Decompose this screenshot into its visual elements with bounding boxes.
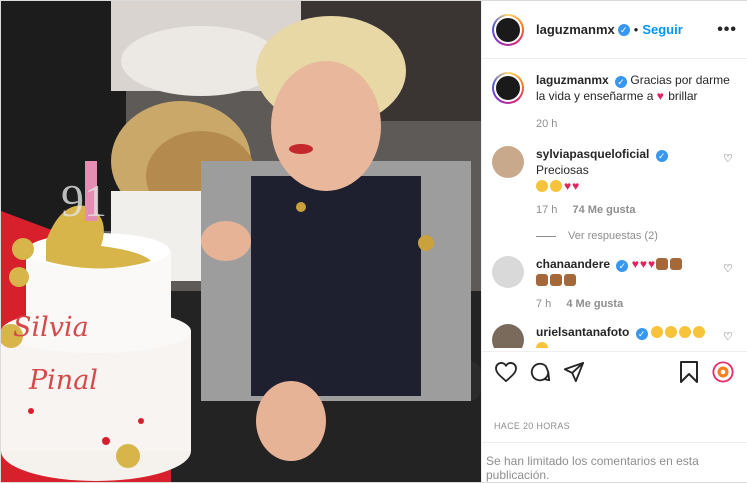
heart-outline-icon[interactable]: ♡ [723, 152, 737, 165]
caption-avatar[interactable] [492, 72, 524, 104]
comment-text: Preciosas [536, 163, 589, 177]
comment-item: sylviapasqueloficial ✓ Preciosas ♥♥ 17 h… [492, 146, 737, 218]
red-heart-emoji: ♥ [639, 257, 647, 271]
post-side-panel: laguzmanmx ✓ • Seguir ••• laguzmanmx ✓ G… [481, 1, 747, 482]
caption-username[interactable]: laguzmanmx [536, 73, 609, 87]
cake-emoji [656, 258, 669, 270]
comment-likes[interactable]: 4 Me gusta [566, 298, 623, 310]
verified-icon: ✓ [635, 328, 648, 340]
heart-eyes-emoji [693, 326, 706, 338]
view-replies-label[interactable]: Ver respuestas (2) [568, 230, 658, 242]
red-heart-emoji: ♥ [572, 179, 580, 193]
comment-avatar[interactable] [492, 324, 524, 348]
post-modal: 91 Silvia Pinal laguzmanmx ✓ • Seguir ••… [0, 0, 747, 483]
red-heart-emoji: ♥ [647, 257, 656, 271]
cake-emoji [564, 274, 576, 286]
heart-eyes-emoji [550, 180, 562, 192]
red-heart-emoji: ♥ [631, 257, 639, 271]
action-bar [482, 351, 747, 391]
caption-time[interactable]: 20 h [536, 116, 737, 132]
comment-avatar[interactable] [492, 146, 524, 178]
verified-icon: ✓ [616, 260, 629, 272]
comment-item: chanaandere ✓ ♥♥♥ 7 h 4 Me gusta ♡ [492, 256, 737, 312]
cake-name-line1: Silvia [13, 312, 89, 343]
caption: laguzmanmx ✓ Gracias por darme la vida y… [492, 72, 737, 132]
post-timestamp[interactable]: HACE 20 HORAS [494, 421, 570, 431]
heart-eyes-emoji [651, 326, 664, 338]
comment-avatar[interactable] [492, 256, 524, 288]
heart-eyes-emoji [679, 326, 692, 338]
verified-icon: ✓ [655, 150, 668, 162]
more-options-icon[interactable]: ••• [717, 21, 737, 39]
sparkle-heart-emoji: ♥ [656, 89, 664, 103]
comment-time[interactable]: 17 h [536, 204, 557, 216]
comment-username[interactable]: chanaandere [536, 257, 610, 271]
post-image: 91 Silvia Pinal [1, 1, 481, 482]
heart-eyes-emoji [536, 342, 548, 348]
follow-button[interactable]: Seguir [642, 22, 682, 37]
separator-dot: • [633, 22, 639, 37]
post-header: laguzmanmx ✓ • Seguir ••• [482, 1, 747, 59]
comment-likes[interactable]: 74 Me gusta [572, 204, 635, 216]
cake-emoji [550, 274, 562, 286]
comment-time[interactable]: 7 h [536, 298, 551, 310]
heart-eyes-emoji [665, 326, 678, 338]
comment-username[interactable]: sylviapasqueloficial [536, 147, 649, 161]
special-badge-icon[interactable] [711, 360, 735, 384]
comment-item: urielsantanafoto ✓ ♡ [492, 324, 737, 348]
verified-icon: ✓ [617, 23, 630, 36]
comment-username[interactable]: urielsantanafoto [536, 325, 629, 339]
heart-outline-icon[interactable]: ♡ [723, 330, 737, 343]
like-icon[interactable] [494, 360, 518, 384]
save-icon[interactable] [677, 360, 701, 384]
caption-tail: brillar [668, 89, 698, 103]
view-replies[interactable]: Ver respuestas (2) [536, 230, 737, 242]
red-heart-emoji: ♥ [564, 179, 572, 193]
comments-limited-notice: Se han limitado los comentarios en esta … [482, 442, 747, 482]
candle-number: 91 [61, 175, 107, 226]
cake-emoji [670, 258, 683, 270]
heart-outline-icon[interactable]: ♡ [723, 262, 737, 275]
heart-eyes-emoji [536, 180, 548, 192]
post-photo[interactable]: 91 Silvia Pinal [1, 1, 481, 482]
author-username[interactable]: laguzmanmx [536, 22, 615, 37]
comments-list[interactable]: laguzmanmx ✓ Gracias por darme la vida y… [482, 60, 747, 348]
cake-emoji [536, 274, 548, 286]
cake-name-line2: Pinal [28, 365, 98, 396]
comment-icon[interactable] [528, 360, 552, 384]
share-icon[interactable] [562, 360, 586, 384]
author-avatar[interactable] [492, 13, 524, 46]
verified-icon: ✓ [615, 76, 628, 88]
